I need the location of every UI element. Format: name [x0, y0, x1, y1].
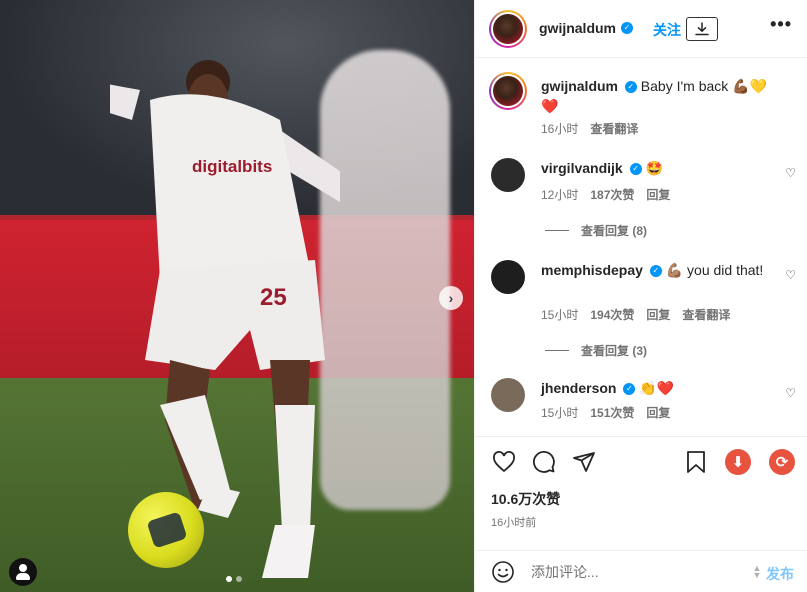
post-actions: ⬇ ⟳ 10.6万次赞 16小时前 — [475, 436, 807, 534]
comment-time: 12小时 — [541, 188, 579, 202]
author-avatar[interactable] — [489, 10, 527, 48]
caption-text: Baby I'm back 💪🏾💛 — [640, 78, 768, 94]
svg-text:digitalbits: digitalbits — [192, 157, 272, 176]
comment-like-heart-icon[interactable]: ♡ — [785, 268, 796, 282]
likes-count[interactable]: 10.6万次赞 — [491, 489, 560, 509]
caption-time: 16小时 — [541, 122, 579, 136]
translate-link[interactable]: 查看翻译 — [590, 120, 638, 137]
emoji-icon[interactable] — [491, 560, 515, 584]
like-heart-icon[interactable] — [491, 449, 517, 475]
reply-button[interactable]: 回复 — [646, 186, 670, 203]
download-button[interactable] — [686, 17, 718, 41]
comment-likes[interactable]: 194次赞 — [590, 306, 634, 323]
svg-text:25: 25 — [260, 284, 287, 311]
comment-likes[interactable]: 187次赞 — [590, 186, 634, 203]
view-replies-button[interactable]: 查看回复 (3) — [545, 342, 647, 359]
comment-text: 🤩 — [645, 160, 663, 176]
commenter-avatar[interactable] — [491, 260, 525, 294]
commenter-avatar[interactable] — [491, 158, 525, 192]
post-side-panel: gwijnaldum ✓ 关注 ••• gwijnaldum ✓ Baby I'… — [474, 0, 807, 592]
comment-likes[interactable]: 151次赞 — [590, 404, 634, 421]
carousel-dot — [236, 576, 242, 582]
verified-badge-icon: ✓ — [623, 383, 636, 396]
next-slide-button[interactable]: › — [439, 286, 463, 310]
verified-badge-icon: ✓ — [624, 81, 637, 94]
comment-composer: ▲▼ 发布 — [475, 550, 807, 592]
comment-like-heart-icon[interactable]: ♡ — [785, 166, 796, 180]
more-options-icon[interactable]: ••• — [770, 14, 792, 35]
football — [128, 492, 204, 568]
comment-text: 👏❤️ — [639, 380, 675, 396]
save-bookmark-icon[interactable] — [683, 449, 709, 475]
view-replies-button[interactable]: 查看回复 (8) — [545, 222, 647, 239]
post-time: 16小时前 — [491, 517, 537, 529]
verified-badge-icon: ✓ — [649, 265, 662, 278]
comment-bubble-icon[interactable] — [531, 449, 557, 475]
carousel-dot-active — [226, 576, 232, 582]
comment-username[interactable]: memphisdepay — [541, 262, 643, 278]
verified-badge-icon: ✓ — [629, 163, 642, 176]
user-icon — [19, 564, 27, 572]
comment-username[interactable]: jhenderson — [541, 380, 616, 396]
post-photo[interactable]: digitalbits 25 › — [0, 0, 474, 592]
reply-button[interactable]: 回复 — [646, 404, 670, 421]
refresh-extension-icon[interactable]: ⟳ — [769, 449, 795, 475]
chevron-right-icon: › — [448, 290, 454, 306]
comments-list[interactable]: gwijnaldum ✓ Baby I'm back 💪🏾💛 ❤️ 16小时 查… — [475, 58, 807, 435]
caption-text-2: ❤️ — [541, 98, 559, 114]
comment-username[interactable]: virgilvandijk — [541, 160, 623, 176]
comment-text: 💪🏽 you did that! — [665, 262, 764, 278]
comment-time: 15小时 — [541, 308, 579, 322]
reply-button[interactable]: 回复 — [646, 306, 670, 323]
post-header: gwijnaldum ✓ 关注 ••• — [475, 0, 807, 58]
translate-link[interactable]: 查看翻译 — [682, 306, 730, 323]
download-icon — [695, 22, 709, 36]
resize-grip-icon[interactable]: ▲ ▼ — [750, 564, 764, 580]
verified-badge-icon: ✓ — [621, 22, 633, 34]
author-username[interactable]: gwijnaldum — [539, 20, 616, 36]
caption-username[interactable]: gwijnaldum — [541, 78, 618, 94]
comment-like-heart-icon[interactable]: ♡ — [785, 386, 796, 400]
commenter-avatar[interactable] — [491, 378, 525, 412]
post-comment-button[interactable]: 发布 — [766, 564, 794, 584]
caption-avatar[interactable] — [489, 72, 527, 110]
tagged-users-button[interactable] — [9, 558, 37, 586]
download-extension-icon[interactable]: ⬇ — [725, 449, 751, 475]
carousel-indicator — [226, 576, 242, 582]
follow-button[interactable]: 关注 — [653, 20, 681, 40]
comment-time: 15小时 — [541, 406, 579, 420]
share-send-icon[interactable] — [571, 449, 597, 475]
comment-input[interactable] — [531, 561, 741, 583]
